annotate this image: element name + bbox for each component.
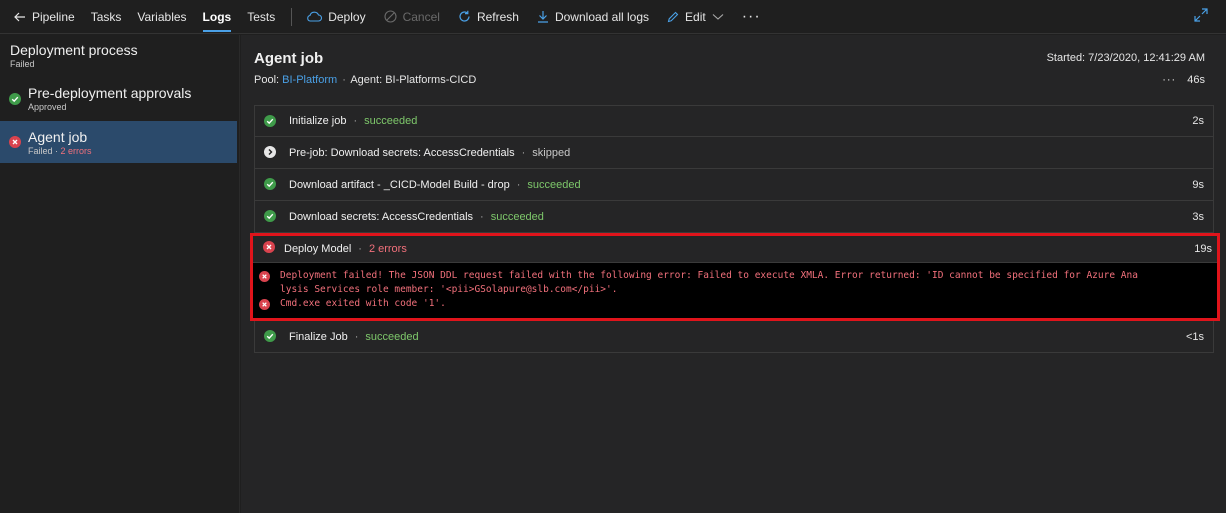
edit-button[interactable]: Edit [667, 10, 724, 24]
agent-label: Agent: BI-Platforms-CICD [350, 74, 477, 86]
error-x-icon [9, 136, 21, 148]
sidebar-item-pre-deployment-approvals[interactable]: Pre-deployment approvals Approved [0, 85, 237, 121]
step-row[interactable]: Initialize job · succeeded 2s [254, 105, 1214, 137]
step-status: skipped [532, 146, 571, 159]
pencil-icon [667, 11, 679, 22]
step-error-count: 2 errors [368, 243, 407, 255]
download-label: Download all logs [554, 9, 650, 24]
step-name: Download artifact - _CICD-Model Build - … [289, 178, 581, 191]
tab-tasks[interactable]: Tasks [91, 0, 122, 34]
cloud-icon [307, 11, 323, 22]
job-pool-agent-line: Pool: BI-Platform · Agent: BI-Platforms-… [254, 74, 477, 86]
step-duration: 9s [1192, 178, 1204, 191]
step-row[interactable]: Download secrets: AccessCredentials · succ… [254, 201, 1214, 233]
step-name: Download secrets: AccessCredentials · succ… [289, 210, 544, 223]
chevron-down-icon [712, 13, 724, 20]
deploy-button[interactable]: Deploy [306, 9, 366, 24]
step-status: succeeded [527, 178, 581, 191]
error-log: Deployment failed! The JSON DDL request … [253, 263, 1217, 318]
back-label: Pipeline [32, 9, 75, 24]
download-all-logs-button[interactable]: Download all logs [537, 10, 649, 24]
step-name: Initialize job · succeeded [289, 115, 418, 127]
pool-prefix: Pool: [254, 74, 280, 86]
error-message-line: lysis Services role member: '<pii>GSolap… [280, 284, 618, 295]
step-row[interactable]: Finalize Job · succeeded <1s [254, 321, 1214, 353]
step-name-text: Finalize Job [289, 330, 348, 343]
steps-list: Initialize job · succeeded 2s Pre-job: Dow… [250, 105, 1220, 353]
sidebar-item-deployment-process[interactable]: Deployment process Failed [0, 42, 237, 78]
step-duration: <1s [1185, 330, 1204, 343]
refresh-button[interactable]: Refresh [458, 10, 519, 24]
step-row[interactable]: Pre-job: Download secrets: AccessCredent… [254, 137, 1214, 169]
tab-variables[interactable]: Variables [137, 0, 186, 34]
step-name-text: Deploy Model [284, 243, 352, 255]
stage-title: Agent job [28, 129, 88, 145]
refresh-icon [459, 10, 470, 22]
refresh-label: Refresh [476, 9, 519, 24]
stage-title: Deployment process [10, 42, 138, 58]
toolbar: Pipeline Tasks Variables Logs Tests Depl… [0, 0, 1226, 34]
step-row[interactable]: Download artifact - _CICD-Model Build - … [254, 169, 1214, 201]
cancel-icon [384, 10, 397, 23]
stage-status: Failed · 2 errors [28, 146, 92, 156]
step-status: succeeded [490, 210, 544, 223]
step-name-text: Download artifact - _CICD-Model Build - … [289, 178, 510, 191]
job-title: Agent job [254, 50, 324, 67]
step-status: succeeded [365, 330, 419, 343]
step-name: Deploy Model · 2 errors [284, 243, 407, 255]
deploy-label: Deploy [328, 9, 366, 24]
step-row-deploy-model[interactable]: Deploy Model · 2 errors 19s [253, 236, 1217, 263]
job-duration: ··· 46s [1162, 74, 1205, 86]
success-check-icon [9, 93, 21, 105]
success-check-icon [264, 178, 276, 190]
job-duration-value: 46s [1187, 74, 1205, 86]
job-started-time: Started: 7/23/2020, 12:41:29 AM [1046, 52, 1205, 64]
cancel-button[interactable]: Cancel [384, 10, 440, 24]
success-check-icon [264, 330, 276, 342]
skipped-icon [264, 146, 276, 158]
back-to-pipeline-link[interactable]: Pipeline [14, 10, 75, 24]
error-message-line: Deployment failed! The JSON DDL request … [280, 270, 1138, 281]
stage-status: Approved [28, 102, 67, 112]
edit-label: Edit [685, 9, 706, 24]
step-name: Pre-job: Download secrets: AccessCredent… [289, 146, 571, 159]
error-message-line: Cmd.exe exited with code '1'. [280, 298, 446, 309]
toolbar-divider [291, 7, 293, 26]
download-icon [537, 11, 548, 23]
error-x-icon [259, 271, 270, 282]
step-status: succeeded [364, 115, 418, 127]
error-x-icon [259, 299, 270, 310]
step-name-text: Initialize job [289, 115, 347, 127]
more-actions-button[interactable]: ··· [742, 8, 761, 26]
step-name-text: Pre-job: Download secrets: AccessCredent… [289, 146, 515, 159]
tab-logs[interactable]: Logs [202, 0, 231, 34]
error-x-icon [263, 241, 275, 253]
arrow-left-icon [14, 12, 25, 21]
cancel-label: Cancel [402, 9, 440, 24]
step-name: Finalize Job · succeeded [289, 330, 419, 343]
step-name-text: Download secrets: AccessCredentials [289, 210, 474, 223]
stage-status-text: Failed [28, 146, 53, 156]
error-highlight-box: Deploy Model · 2 errors 19s Deployment fai… [250, 233, 1220, 321]
job-log-panel: Agent job Started: 7/23/2020, 12:41:29 A… [241, 35, 1226, 513]
pool-link[interactable]: BI-Platform [282, 74, 337, 86]
stages-sidebar: Deployment process Failed Pre-deployment… [0, 35, 240, 513]
stage-error-count: 2 errors [60, 146, 92, 156]
success-check-icon [264, 115, 276, 127]
success-check-icon [264, 210, 276, 222]
sidebar-item-agent-job[interactable]: Agent job Failed · 2 errors [0, 121, 237, 163]
step-duration: 2s [1192, 115, 1204, 127]
stage-status: Failed [10, 59, 35, 69]
job-more-button[interactable]: ··· [1162, 74, 1176, 86]
step-duration: 3s [1192, 210, 1204, 223]
step-duration: 19s [1194, 243, 1212, 255]
expand-icon[interactable] [1194, 8, 1208, 22]
stage-title: Pre-deployment approvals [28, 85, 192, 101]
tab-tests[interactable]: Tests [247, 0, 275, 34]
